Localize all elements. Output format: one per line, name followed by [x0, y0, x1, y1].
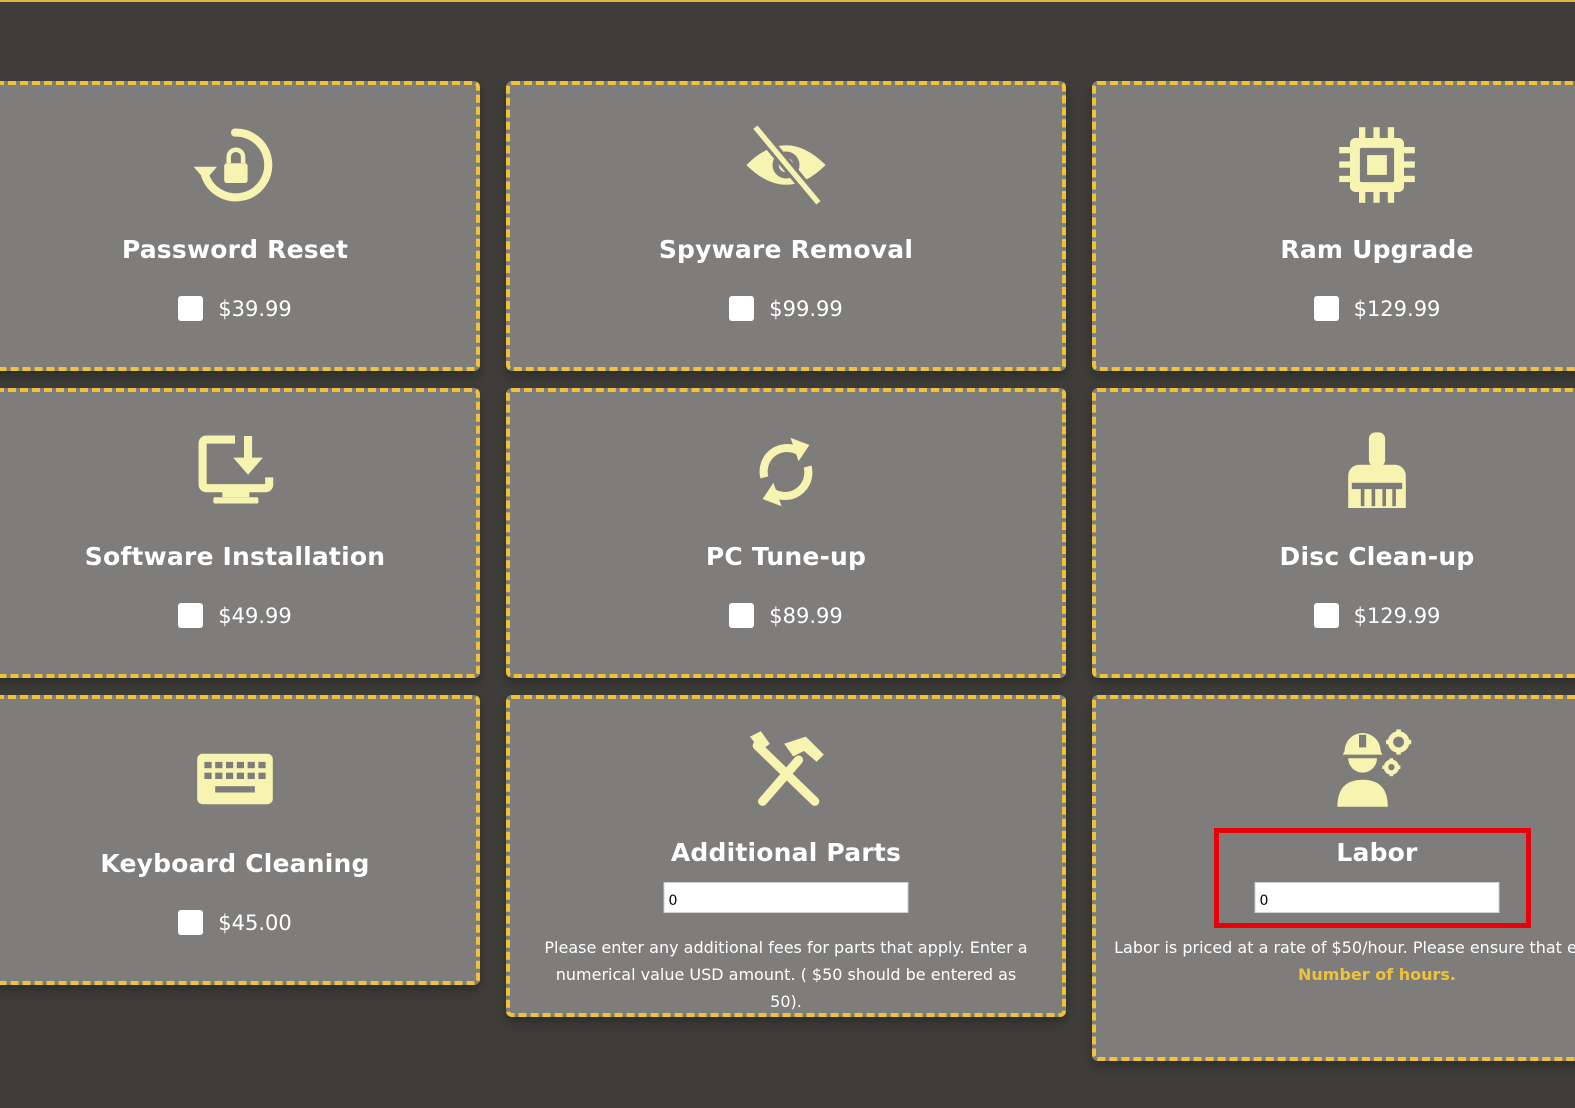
- lock-reset-icon: [190, 120, 280, 210]
- service-card-password-reset: Password Reset $39.99: [0, 81, 480, 371]
- broom-icon: [1332, 427, 1422, 517]
- worker-gears-icon: [1332, 724, 1422, 814]
- sync-arrows-icon: [741, 427, 831, 517]
- service-card-software-installation: Software Installation $49.99: [0, 388, 480, 678]
- service-checkbox[interactable]: [178, 296, 204, 321]
- tools-icon: [741, 724, 831, 814]
- additional-parts-input[interactable]: [663, 882, 909, 913]
- download-to-monitor-icon: [190, 427, 280, 517]
- additional-parts-description: Please enter any additional fees for par…: [544, 938, 1028, 1011]
- additional-parts-title: Additional Parts: [670, 838, 902, 867]
- service-card-spyware-removal: Spyware Removal $99.99: [506, 81, 1066, 371]
- service-price: $49.99: [218, 603, 292, 628]
- service-price: $99.99: [769, 296, 843, 321]
- service-checkbox[interactable]: [1313, 296, 1339, 321]
- service-title: PC Tune-up: [705, 542, 867, 571]
- labor-rate-text: Labor is priced at a rate of $50/hour. P…: [1114, 938, 1575, 957]
- keyboard-icon: [190, 734, 280, 824]
- labor-emphasis: Number of hours.: [1297, 965, 1456, 984]
- eye-slash-icon: [741, 120, 831, 210]
- service-card-disc-clean-up: Disc Clean-up $129.99: [1092, 388, 1575, 678]
- price-row: $39.99: [0, 296, 476, 321]
- service-price: $129.99: [1353, 603, 1441, 628]
- service-price: $39.99: [218, 296, 292, 321]
- service-card-keyboard-cleaning: Keyboard Cleaning $45.00: [0, 695, 480, 985]
- service-title: Password Reset: [121, 235, 349, 264]
- microchip-icon: [1332, 120, 1422, 210]
- price-row: $49.99: [0, 603, 476, 628]
- service-checkbox[interactable]: [1313, 603, 1339, 628]
- labor-card: Labor Labor is priced at a rate of $50/h…: [1092, 695, 1575, 1061]
- service-price: $45.00: [218, 910, 292, 935]
- service-price: $89.99: [769, 603, 843, 628]
- service-checkbox[interactable]: [729, 603, 755, 628]
- additional-parts-card: Additional Parts Please enter any additi…: [506, 695, 1066, 1017]
- service-checkbox[interactable]: [729, 296, 755, 321]
- service-title: Spyware Removal: [658, 235, 914, 264]
- price-row: $99.99: [510, 296, 1062, 321]
- price-row: $129.99: [1096, 296, 1575, 321]
- service-checkbox[interactable]: [178, 910, 204, 935]
- service-title: Keyboard Cleaning: [100, 849, 370, 878]
- labor-title: Labor: [1336, 838, 1418, 867]
- service-checkbox[interactable]: [178, 603, 204, 628]
- service-title: Ram Upgrade: [1280, 235, 1474, 264]
- labor-description: Labor is priced at a rate of $50/hour. P…: [1111, 934, 1575, 988]
- price-row: $89.99: [510, 603, 1062, 628]
- price-row: $129.99: [1096, 603, 1575, 628]
- service-title: Disc Clean-up: [1279, 542, 1475, 571]
- service-title: Software Installation: [84, 542, 386, 571]
- service-card-ram-upgrade: Ram Upgrade $129.99: [1092, 81, 1575, 371]
- labor-hours-input[interactable]: [1254, 882, 1500, 913]
- service-card-pc-tune-up: PC Tune-up $89.99: [506, 388, 1066, 678]
- page: { "services": [ {"title": "Password Rese…: [0, 0, 1575, 1108]
- service-price: $129.99: [1353, 296, 1441, 321]
- price-row: $45.00: [0, 910, 476, 935]
